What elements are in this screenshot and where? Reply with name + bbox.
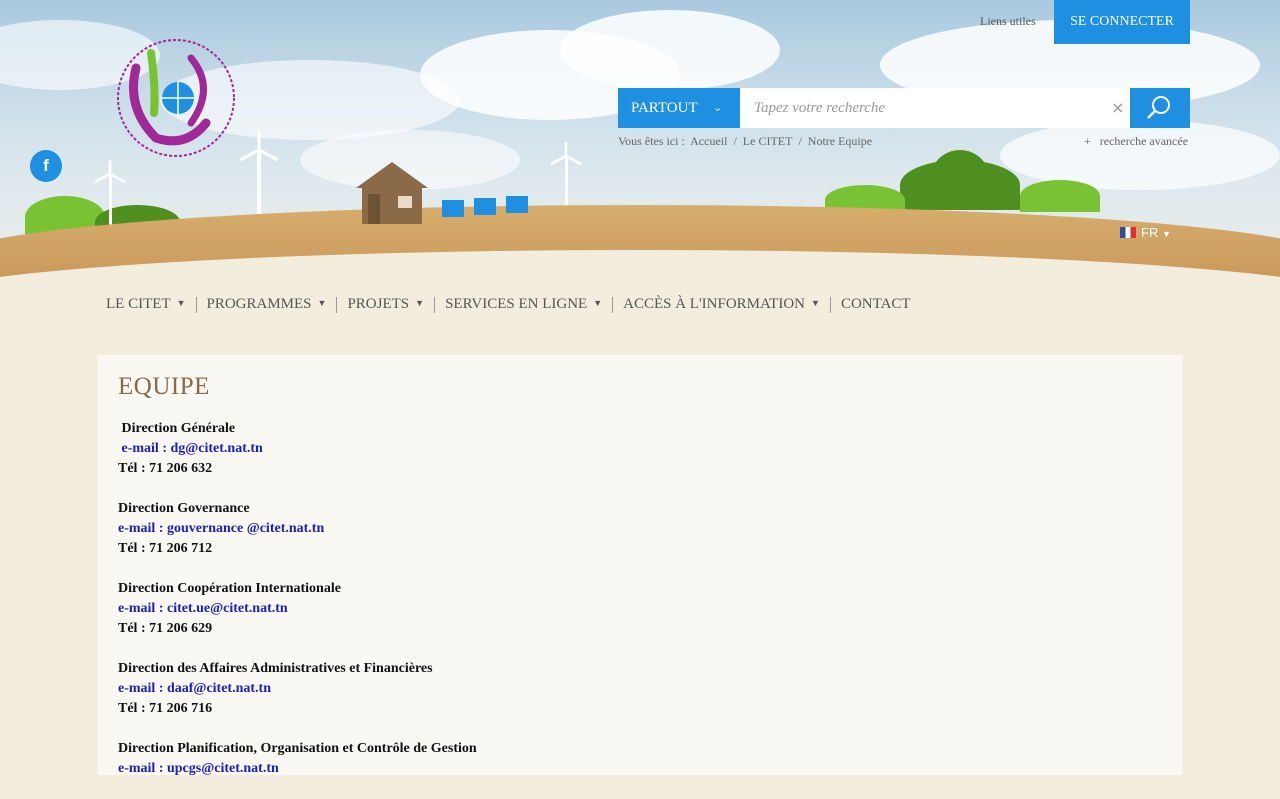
house-icon (356, 162, 428, 224)
search-scope-dropdown[interactable]: PARTOUT ⌄ (618, 88, 740, 128)
nav-programmes[interactable]: PROGRAMMES ▼ (199, 296, 335, 313)
direction-email-link[interactable]: e-mail : upcgs@citet.nat.tn (118, 759, 477, 779)
caret-down-icon: ▼ (593, 298, 603, 308)
nav-services-en-ligne[interactable]: SERVICES EN LIGNE ▼ (437, 296, 610, 313)
nav-label: LE CITET (106, 296, 171, 312)
direction-name: Direction Planification, Organisation et… (118, 741, 477, 756)
facebook-icon[interactable]: f (30, 150, 62, 182)
nav-label: PROGRAMMES (206, 296, 312, 312)
clear-search-icon[interactable]: × (1111, 98, 1124, 117)
direction-phone: Tél : 71 206 716 (118, 701, 213, 716)
breadcrumb-current: Notre Equipe (807, 134, 873, 148)
nav-divider (612, 296, 614, 313)
breadcrumb-separator: / (798, 134, 802, 148)
direction-email-link[interactable]: e-mail : daaf@citet.nat.tn (118, 679, 477, 699)
breadcrumb-le-citet[interactable]: Le CITET (743, 134, 793, 148)
team-entry: Direction Coopération Internationale e-m… (118, 579, 477, 639)
search-icon (1147, 96, 1170, 119)
direction-email-link[interactable]: e-mail : gouvernance @citet.nat.tn (118, 519, 477, 539)
nav-divider (434, 296, 436, 313)
nav-acces-information[interactable]: ACCÈS À L'INFORMATION ▼ (615, 296, 828, 313)
page-title: EQUIPE (118, 373, 210, 400)
chevron-down-icon: ⌄ (713, 102, 723, 114)
team-entry: Direction Générale e-mail : dg@citet.nat… (118, 419, 477, 479)
search-button[interactable] (1130, 88, 1190, 128)
nav-projets[interactable]: PROJETS ▼ (339, 296, 432, 313)
solar-panels-icon (442, 196, 528, 217)
connect-button[interactable]: SE CONNECTER (1054, 0, 1190, 44)
caret-down-icon: ▼ (176, 298, 186, 308)
search-input[interactable] (740, 88, 1130, 128)
nav-contact[interactable]: CONTACT (833, 296, 919, 313)
language-label: FR (1141, 225, 1159, 240)
breadcrumb-separator: / (733, 134, 737, 148)
caret-down-icon: ▼ (1161, 229, 1171, 239)
breadcrumb-accueil[interactable]: Accueil (690, 134, 727, 148)
direction-name: Direction Coopération Internationale (118, 581, 341, 596)
direction-phone: Tél : 71 206 629 (118, 621, 213, 636)
france-flag-icon (1120, 227, 1136, 238)
direction-name: Direction Générale (118, 421, 236, 436)
search-scope-label: PARTOUT (631, 100, 698, 116)
direction-phone: Tél : 71 206 632 (118, 461, 213, 476)
caret-down-icon: ▼ (317, 298, 327, 308)
direction-email-link[interactable]: e-mail : citet.ue@citet.nat.tn (118, 599, 477, 619)
nav-label: ACCÈS À L'INFORMATION (623, 296, 806, 312)
breadcrumb-prefix: Vous êtes ici : (618, 134, 685, 148)
direction-phone: Tél : 71 206 712 (118, 541, 213, 556)
direction-name: Direction Governance (118, 501, 250, 516)
main-nav: LE CITET ▼ PROGRAMMES ▼ PROJETS ▼ SERVICES … (98, 296, 919, 313)
nav-label: SERVICES EN LIGNE (445, 296, 588, 312)
advanced-search-link[interactable]: + recherche avancée (1084, 134, 1188, 149)
direction-email-link[interactable]: e-mail : dg@citet.nat.tn (118, 439, 477, 459)
team-entry: Direction des Affaires Administratives e… (118, 659, 477, 719)
direction-name: Direction des Affaires Administratives e… (118, 661, 433, 676)
team-entry: Direction Governance e-mail : gouvernanc… (118, 499, 477, 559)
nav-label: PROJETS (347, 296, 410, 312)
team-entry: Direction Planification, Organisation et… (118, 739, 477, 779)
team-list: Direction Générale e-mail : dg@citet.nat… (118, 419, 477, 799)
breadcrumb: Vous êtes ici : Accueil / Le CITET / Not… (618, 134, 875, 149)
nav-divider (829, 296, 831, 313)
nav-label: CONTACT (840, 296, 911, 312)
nav-divider (336, 296, 338, 313)
citet-logo[interactable] (96, 28, 242, 170)
nav-divider (195, 296, 197, 313)
nav-le-citet[interactable]: LE CITET ▼ (98, 296, 194, 313)
liens-utiles-link[interactable]: Liens utiles (980, 14, 1036, 29)
language-selector[interactable]: FR ▼ (1120, 225, 1171, 240)
caret-down-icon: ▼ (415, 298, 425, 308)
caret-down-icon: ▼ (811, 298, 820, 308)
